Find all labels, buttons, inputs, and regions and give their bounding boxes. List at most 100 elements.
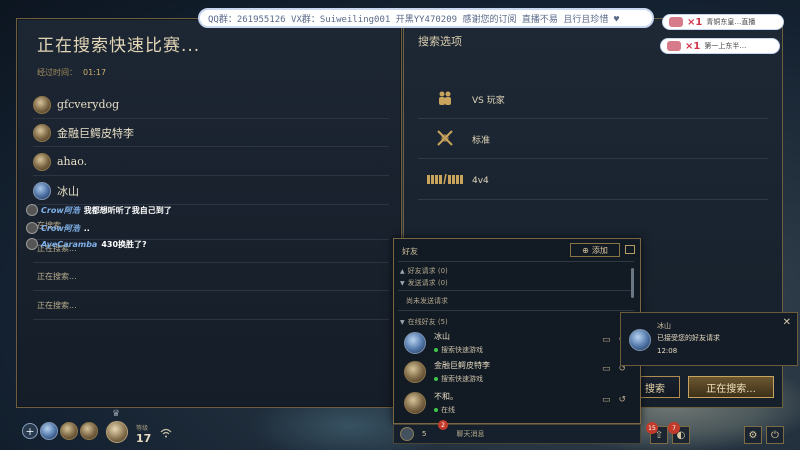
friend-item[interactable]: 冰山 搜索快速游戏 ▭ ↺ bbox=[400, 329, 626, 357]
sent-requests-section[interactable]: ▼ 发送请求 (0) bbox=[400, 278, 448, 288]
gift-icon bbox=[667, 41, 681, 51]
players-icon bbox=[418, 90, 472, 110]
gift-bubble: ×1 第一上东半… bbox=[660, 38, 780, 54]
online-dot-icon bbox=[434, 377, 438, 381]
avatar bbox=[33, 95, 51, 114]
friends-toggle-icon[interactable] bbox=[400, 427, 414, 441]
party-member-row[interactable]: gfcverydog bbox=[33, 91, 389, 119]
message-icon[interactable]: ▭ bbox=[602, 395, 611, 405]
chat-username: AyeCaramba bbox=[41, 239, 98, 249]
divider bbox=[398, 310, 634, 311]
crown-icon: ♛ bbox=[112, 409, 121, 419]
party-quickbar: + bbox=[22, 422, 98, 440]
rewards-badge: 15 bbox=[646, 422, 658, 434]
friends-scrollbar[interactable] bbox=[631, 268, 634, 298]
friends-footer-bar[interactable]: 5 2 聊天消息 bbox=[393, 420, 641, 444]
add-friend-icon: ⊕ bbox=[582, 245, 589, 255]
avatar bbox=[33, 152, 51, 171]
invite-icon[interactable]: ↺ bbox=[618, 395, 626, 405]
close-icon[interactable]: ✕ bbox=[783, 317, 791, 328]
friend-status: 搜索快速游戏 bbox=[434, 345, 483, 355]
mode-option-vs-players[interactable]: VS 玩家 bbox=[418, 81, 768, 119]
elapsed-time: 经过时间： 01:17 bbox=[37, 67, 106, 78]
friend-item[interactable]: 金融巨鳄皮特李 搜索快速游戏 ▭ ↺ bbox=[400, 358, 626, 386]
add-party-member-button[interactable]: + bbox=[22, 423, 38, 439]
message-icon[interactable]: ▭ bbox=[602, 335, 611, 345]
gift-icon bbox=[669, 17, 683, 27]
toast-time: 12:08 bbox=[657, 347, 678, 355]
gift-count: ×1 bbox=[687, 16, 703, 28]
team-vs-icon bbox=[418, 173, 472, 189]
avatar bbox=[33, 123, 51, 142]
toast-text: 已接受您的好友请求 bbox=[657, 334, 720, 342]
chat-notification-badge: 2 bbox=[438, 420, 448, 430]
player-avatar[interactable] bbox=[106, 421, 128, 443]
chat-messages-label[interactable]: 聊天消息 bbox=[456, 429, 484, 439]
online-friends-section[interactable]: ▼ 在线好友 (5) bbox=[400, 317, 448, 327]
divider bbox=[398, 261, 634, 262]
friend-status: 搜索快速游戏 bbox=[434, 374, 490, 384]
expand-down-icon: ▼ bbox=[400, 319, 405, 326]
party-member-row[interactable]: 冰山 bbox=[33, 177, 389, 205]
stream-chat-line: Crow阿浩 .. bbox=[26, 222, 90, 234]
stream-chat-line: Crow阿浩 我都想听听了我自己到了 bbox=[26, 204, 172, 216]
online-dot-icon bbox=[434, 408, 438, 412]
gift-name: 第一上东半… bbox=[704, 42, 747, 50]
chat-message: 430换胜了? bbox=[101, 239, 147, 249]
message-icon[interactable]: ▭ bbox=[602, 364, 611, 374]
searching-button[interactable]: 正在搜索... bbox=[688, 376, 774, 398]
gift-bubble: ×1 青铜东皇…直播 bbox=[662, 14, 784, 30]
chat-username: Crow阿浩 bbox=[41, 223, 80, 233]
mode-label: VS 玩家 bbox=[472, 96, 505, 106]
party-member-name: gfcverydog bbox=[57, 98, 120, 111]
avatar[interactable] bbox=[40, 422, 58, 440]
chat-message: 我都想听听了我自己到了 bbox=[83, 205, 172, 215]
party-member-row[interactable]: ahao. bbox=[33, 148, 389, 176]
stream-banner: QQ群：261955126 VX群：Suiweiling001 开黑YY4702… bbox=[198, 8, 654, 28]
party-member-name: ahao. bbox=[57, 155, 88, 168]
elapsed-label: 经过时间： bbox=[37, 68, 77, 77]
avatar bbox=[404, 361, 426, 383]
mode-label: 4v4 bbox=[472, 175, 489, 186]
divider bbox=[398, 290, 634, 291]
power-icon[interactable]: ⏻ bbox=[766, 426, 784, 444]
mode-option-standard[interactable]: 标准 bbox=[418, 121, 768, 159]
searching-slot: 正在搜索... bbox=[33, 292, 389, 320]
avatar[interactable] bbox=[60, 422, 78, 440]
page-title: 正在搜索快速比赛... bbox=[37, 36, 201, 56]
elapsed-value: 01:17 bbox=[83, 68, 107, 77]
friend-item[interactable]: 不和。 在线 ▭ ↺ bbox=[400, 389, 626, 417]
chat-avatar bbox=[26, 204, 38, 216]
avatar bbox=[404, 332, 426, 354]
friends-panel: 好友 ⊕ 添加 ▲ 好友请求 (0) ▼ 发送请求 (0) 尚未发送请求 ▼ 在线好友… bbox=[393, 238, 641, 424]
friend-name: 金融巨鳄皮特李 bbox=[434, 361, 490, 370]
expand-down-icon: ▼ bbox=[400, 280, 405, 287]
settings-icon[interactable]: ⚙ bbox=[744, 426, 762, 444]
friend-accepted-toast: 冰山 已接受您的好友请求 12:08 ✕ bbox=[620, 312, 798, 366]
toast-name: 冰山 bbox=[657, 322, 671, 330]
add-friend-button[interactable]: ⊕ 添加 bbox=[570, 243, 620, 257]
mode-option-4v4[interactable]: 4v4 bbox=[418, 162, 768, 200]
chat-username: Crow阿浩 bbox=[41, 205, 80, 215]
missions-badge: 7 bbox=[668, 422, 680, 434]
no-sent-requests: 尚未发送请求 bbox=[406, 297, 448, 305]
avatar bbox=[33, 181, 51, 200]
search-options-title: 搜索选项 bbox=[418, 35, 462, 48]
chat-window-icon[interactable] bbox=[625, 245, 635, 254]
connection-icon bbox=[160, 428, 172, 441]
avatar bbox=[629, 329, 651, 351]
chat-message: .. bbox=[83, 223, 90, 233]
friends-header: 好友 bbox=[402, 247, 418, 256]
online-dot-icon bbox=[434, 348, 438, 352]
crossed-swords-icon bbox=[418, 129, 472, 151]
party-member-name: 金融巨鳄皮特李 bbox=[57, 126, 134, 140]
friend-requests-section[interactable]: ▲ 好友请求 (0) bbox=[400, 266, 448, 276]
gift-count: ×1 bbox=[685, 40, 701, 52]
avatar[interactable] bbox=[80, 422, 98, 440]
friend-name: 不和。 bbox=[434, 392, 458, 401]
party-member-row[interactable]: 金融巨鳄皮特李 bbox=[33, 119, 389, 147]
level-label: 等级 bbox=[136, 425, 149, 432]
party-member-name: 冰山 bbox=[57, 184, 79, 198]
chat-avatar bbox=[26, 238, 38, 250]
mode-label: 标准 bbox=[472, 136, 491, 146]
